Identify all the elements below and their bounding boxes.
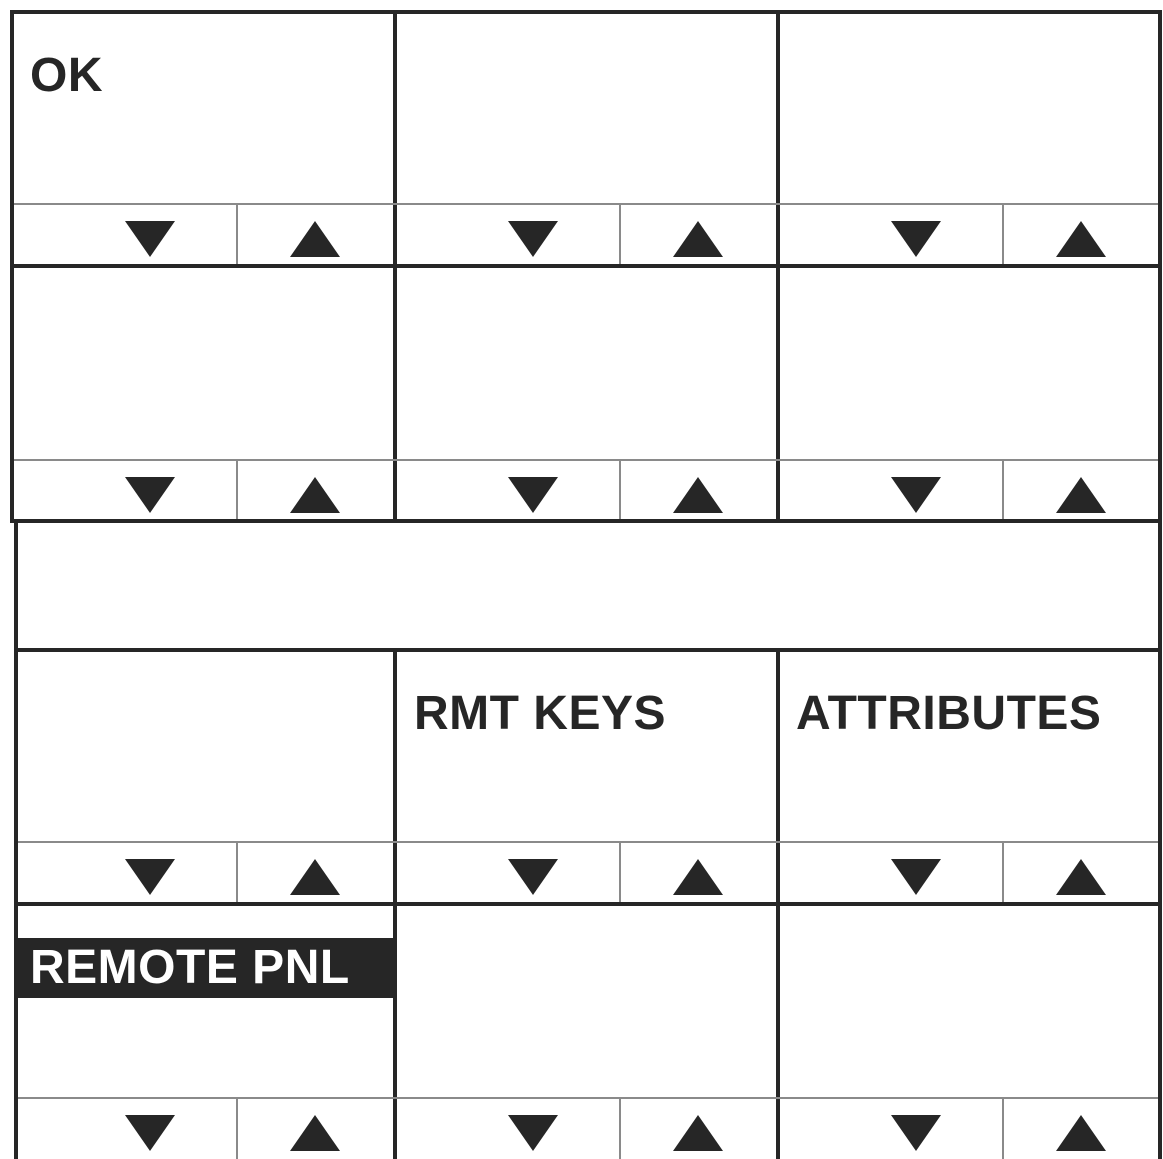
key-up-r2c2[interactable] — [621, 462, 775, 520]
softkey-cell-r4c2[interactable] — [397, 910, 777, 1097]
key-up-r1c2[interactable] — [621, 206, 775, 264]
key-separator — [619, 203, 621, 264]
down-arrow-icon — [508, 859, 558, 895]
key-down-r1c1[interactable] — [64, 206, 236, 264]
softkey-cell-r1c3[interactable] — [780, 14, 1158, 204]
key-separator — [619, 459, 621, 519]
softkey-cell-r2c3[interactable] — [780, 270, 1158, 460]
key-down-r3c2[interactable] — [447, 844, 619, 902]
key-divider — [14, 459, 1158, 461]
up-arrow-icon — [673, 221, 723, 257]
key-down-r2c3[interactable] — [830, 462, 1002, 520]
softkey-cell-r3c1[interactable] — [14, 655, 394, 842]
down-arrow-icon — [125, 1115, 175, 1151]
key-down-r3c3[interactable] — [830, 844, 1002, 902]
softkey-label-r4c1: REMOTE PNL — [14, 938, 394, 998]
key-separator — [236, 459, 238, 519]
key-up-r4c3[interactable] — [1004, 1100, 1158, 1159]
grid-border — [10, 264, 1162, 268]
down-arrow-icon — [508, 477, 558, 513]
up-arrow-icon — [1056, 221, 1106, 257]
key-separator — [1002, 459, 1004, 519]
down-arrow-icon — [508, 1115, 558, 1151]
up-arrow-icon — [673, 859, 723, 895]
key-separator — [619, 841, 621, 902]
softkey-cell-r1c1[interactable] — [14, 14, 394, 204]
down-arrow-icon — [508, 221, 558, 257]
up-arrow-icon — [673, 477, 723, 513]
grid-border — [14, 902, 1162, 906]
key-up-r4c2[interactable] — [621, 1100, 775, 1159]
key-up-r3c2[interactable] — [621, 844, 775, 902]
softkey-cell-r3c3[interactable] — [780, 655, 1158, 842]
grid-border — [776, 10, 780, 523]
softkey-panel: OK RMT KEYS ATTRIBUTES REMOTE PNL — [0, 0, 1163, 1159]
grid-border — [776, 648, 780, 1159]
key-down-r2c2[interactable] — [447, 462, 619, 520]
key-divider — [18, 841, 1158, 843]
softkey-cell-r4c3[interactable] — [780, 910, 1158, 1097]
key-up-r3c3[interactable] — [1004, 844, 1158, 902]
up-arrow-icon — [673, 1115, 723, 1151]
key-separator — [1002, 1097, 1004, 1159]
key-divider — [14, 203, 1158, 205]
key-down-r4c2[interactable] — [447, 1100, 619, 1159]
up-arrow-icon — [1056, 859, 1106, 895]
up-arrow-icon — [290, 1115, 340, 1151]
softkey-cell-r2c2[interactable] — [397, 270, 777, 460]
key-down-r3c1[interactable] — [64, 844, 236, 902]
down-arrow-icon — [125, 477, 175, 513]
softkey-label-r3c3: ATTRIBUTES — [796, 687, 1102, 740]
status-strip — [16, 524, 1158, 650]
key-up-r1c1[interactable] — [238, 206, 392, 264]
key-down-r4c3[interactable] — [830, 1100, 1002, 1159]
key-up-r3c1[interactable] — [238, 844, 392, 902]
grid-border — [393, 10, 397, 523]
up-arrow-icon — [290, 477, 340, 513]
key-up-r4c1[interactable] — [238, 1100, 392, 1159]
key-down-r1c3[interactable] — [830, 206, 1002, 264]
up-arrow-icon — [290, 221, 340, 257]
softkey-cell-r3c2[interactable] — [397, 655, 777, 842]
down-arrow-icon — [125, 221, 175, 257]
down-arrow-icon — [125, 859, 175, 895]
softkey-label-r1c1: OK — [30, 49, 103, 102]
softkey-label-r3c2: RMT KEYS — [414, 687, 667, 740]
grid-border — [10, 519, 1162, 523]
grid-border — [10, 10, 1162, 14]
down-arrow-icon — [891, 859, 941, 895]
key-divider — [18, 1097, 1158, 1099]
key-up-r2c3[interactable] — [1004, 462, 1158, 520]
key-separator — [1002, 203, 1004, 264]
key-down-r1c2[interactable] — [447, 206, 619, 264]
up-arrow-icon — [290, 859, 340, 895]
up-arrow-icon — [1056, 477, 1106, 513]
grid-border — [1158, 10, 1162, 1159]
down-arrow-icon — [891, 221, 941, 257]
softkey-cell-r2c1[interactable] — [14, 270, 394, 460]
key-down-r4c1[interactable] — [64, 1100, 236, 1159]
key-up-r2c1[interactable] — [238, 462, 392, 520]
grid-border — [14, 648, 1162, 652]
down-arrow-icon — [891, 1115, 941, 1151]
key-down-r2c1[interactable] — [64, 462, 236, 520]
key-up-r1c3[interactable] — [1004, 206, 1158, 264]
grid-border — [393, 648, 397, 1159]
key-separator — [236, 841, 238, 902]
grid-border — [10, 10, 14, 523]
key-separator — [236, 203, 238, 264]
down-arrow-icon — [891, 477, 941, 513]
key-separator — [1002, 841, 1004, 902]
grid-border — [14, 519, 18, 1159]
up-arrow-icon — [1056, 1115, 1106, 1151]
softkey-cell-r1c2[interactable] — [397, 14, 777, 204]
key-separator — [619, 1097, 621, 1159]
key-separator — [236, 1097, 238, 1159]
